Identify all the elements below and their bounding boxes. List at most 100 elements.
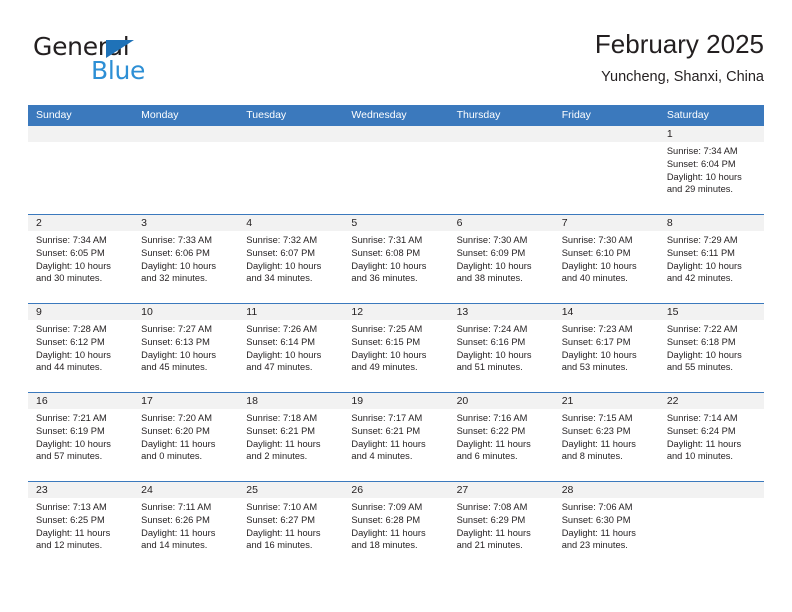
day-details: Sunrise: 7:27 AM Sunset: 6:13 PM Dayligh… xyxy=(133,320,238,374)
sunset-text: Sunset: 6:21 PM xyxy=(351,425,421,436)
weekday-friday: Friday xyxy=(561,109,591,121)
daylight-text-cont: and 29 minutes. xyxy=(666,184,733,195)
day-cell[interactable]: 4 Sunrise: 7:32 AM Sunset: 6:07 PM Dayli… xyxy=(238,215,344,303)
weekday-header-row: Sunday Monday Tuesday Wednesday Thursday… xyxy=(28,105,764,125)
daylight-text: Daylight: 11 hours xyxy=(141,527,216,538)
sunset-text: Sunset: 6:05 PM xyxy=(36,247,105,258)
daylight-text-cont: and 23 minutes. xyxy=(561,540,628,551)
day-cell[interactable]: 23 Sunrise: 7:13 AM Sunset: 6:25 PM Dayl… xyxy=(28,482,134,570)
day-cell[interactable]: 8 Sunrise: 7:29 AM Sunset: 6:11 PM Dayli… xyxy=(658,215,764,303)
sunset-text: Sunset: 6:30 PM xyxy=(561,514,631,525)
day-cell[interactable]: 12 Sunrise: 7:25 AM Sunset: 6:15 PM Dayl… xyxy=(343,304,449,392)
day-cell[interactable]: 2 Sunrise: 7:34 AM Sunset: 6:05 PM Dayli… xyxy=(28,215,134,303)
day-details: Sunrise: 7:33 AM Sunset: 6:06 PM Dayligh… xyxy=(133,231,238,285)
day-details: Sunrise: 7:30 AM Sunset: 6:09 PM Dayligh… xyxy=(449,231,554,285)
day-number: 21 xyxy=(553,393,659,409)
sunrise-text: Sunrise: 7:33 AM xyxy=(141,235,212,245)
day-number: 15 xyxy=(658,304,764,320)
day-cell xyxy=(553,126,659,214)
day-cell[interactable]: 28 Sunrise: 7:06 AM Sunset: 6:30 PM Dayl… xyxy=(553,482,659,570)
day-number: 13 xyxy=(448,304,554,320)
day-details: Sunrise: 7:32 AM Sunset: 6:07 PM Dayligh… xyxy=(238,231,343,285)
weekday-wednesday: Wednesday xyxy=(351,109,407,121)
daylight-text-cont: and 21 minutes. xyxy=(456,540,523,551)
day-number: 14 xyxy=(553,304,659,320)
daylight-text: Daylight: 11 hours xyxy=(246,438,321,449)
sunrise-text: Sunrise: 7:09 AM xyxy=(351,502,423,512)
day-cell[interactable]: 20 Sunrise: 7:16 AM Sunset: 6:22 PM Dayl… xyxy=(448,393,554,481)
sunrise-text: Sunrise: 7:15 AM xyxy=(561,413,633,423)
sunset-text: Sunset: 6:29 PM xyxy=(456,514,526,525)
day-number: 19 xyxy=(343,393,449,409)
day-details: Sunrise: 7:31 AM Sunset: 6:08 PM Dayligh… xyxy=(343,231,448,285)
day-cell[interactable]: 27 Sunrise: 7:08 AM Sunset: 6:29 PM Dayl… xyxy=(448,482,554,570)
day-details: Sunrise: 7:08 AM Sunset: 6:29 PM Dayligh… xyxy=(449,498,554,552)
day-details: Sunrise: 7:28 AM Sunset: 6:12 PM Dayligh… xyxy=(28,320,133,374)
daylight-text: Daylight: 11 hours xyxy=(351,438,426,449)
day-details: Sunrise: 7:06 AM Sunset: 6:30 PM Dayligh… xyxy=(554,498,659,552)
logo-general-blue[interactable]: General Blue xyxy=(33,32,233,88)
daylight-text-cont: and 18 minutes. xyxy=(351,540,418,551)
sunrise-text: Sunrise: 7:26 AM xyxy=(246,324,318,334)
sunset-text: Sunset: 6:15 PM xyxy=(351,336,421,347)
day-details: Sunrise: 7:24 AM Sunset: 6:16 PM Dayligh… xyxy=(449,320,554,374)
sunset-text: Sunset: 6:07 PM xyxy=(246,247,316,258)
day-cell[interactable]: 3 Sunrise: 7:33 AM Sunset: 6:06 PM Dayli… xyxy=(133,215,239,303)
page-header: General Blue February 2025 Yuncheng, Sha… xyxy=(28,28,764,96)
sunset-text: Sunset: 6:19 PM xyxy=(36,425,105,436)
day-cell[interactable]: 16 Sunrise: 7:21 AM Sunset: 6:19 PM Dayl… xyxy=(28,393,134,481)
day-cell[interactable]: 26 Sunrise: 7:09 AM Sunset: 6:28 PM Dayl… xyxy=(343,482,449,570)
sunset-text: Sunset: 6:24 PM xyxy=(666,425,736,436)
daylight-text: Daylight: 10 hours xyxy=(141,349,217,360)
sunrise-text: Sunrise: 7:30 AM xyxy=(456,235,528,245)
day-cell[interactable]: 6 Sunrise: 7:30 AM Sunset: 6:09 PM Dayli… xyxy=(448,215,554,303)
daylight-text: Daylight: 10 hours xyxy=(666,260,742,271)
daylight-text: Daylight: 10 hours xyxy=(246,260,322,271)
day-cell[interactable]: 7 Sunrise: 7:30 AM Sunset: 6:10 PM Dayli… xyxy=(553,215,659,303)
day-cell[interactable]: 15 Sunrise: 7:22 AM Sunset: 6:18 PM Dayl… xyxy=(658,304,764,392)
day-number: 2 xyxy=(28,215,134,231)
day-number: 17 xyxy=(133,393,239,409)
day-number: 18 xyxy=(238,393,344,409)
day-details: Sunrise: 7:34 AM Sunset: 6:04 PM Dayligh… xyxy=(659,142,764,196)
day-details: Sunrise: 7:15 AM Sunset: 6:23 PM Dayligh… xyxy=(554,409,659,463)
sunset-text: Sunset: 6:14 PM xyxy=(246,336,316,347)
sunset-text: Sunset: 6:06 PM xyxy=(141,247,210,258)
daylight-text: Daylight: 10 hours xyxy=(141,260,217,271)
day-cell[interactable]: 11 Sunrise: 7:26 AM Sunset: 6:14 PM Dayl… xyxy=(238,304,344,392)
daylight-text: Daylight: 10 hours xyxy=(351,349,427,360)
calendar-week-row: 9 Sunrise: 7:28 AM Sunset: 6:12 PM Dayli… xyxy=(28,303,764,392)
day-cell[interactable]: 17 Sunrise: 7:20 AM Sunset: 6:20 PM Dayl… xyxy=(133,393,239,481)
day-cell[interactable]: 10 Sunrise: 7:27 AM Sunset: 6:13 PM Dayl… xyxy=(133,304,239,392)
day-number: 26 xyxy=(343,482,449,498)
day-details: Sunrise: 7:16 AM Sunset: 6:22 PM Dayligh… xyxy=(449,409,554,463)
daylight-text-cont: and 16 minutes. xyxy=(246,540,313,551)
day-cell[interactable]: 1 Sunrise: 7:34 AM Sunset: 6:04 PM Dayli… xyxy=(658,126,764,214)
sunrise-text: Sunrise: 7:27 AM xyxy=(141,324,212,334)
day-cell[interactable]: 24 Sunrise: 7:11 AM Sunset: 6:26 PM Dayl… xyxy=(133,482,239,570)
sunrise-text: Sunrise: 7:29 AM xyxy=(666,235,738,245)
day-cell[interactable]: 19 Sunrise: 7:17 AM Sunset: 6:21 PM Dayl… xyxy=(343,393,449,481)
day-cell[interactable]: 13 Sunrise: 7:24 AM Sunset: 6:16 PM Dayl… xyxy=(448,304,554,392)
daylight-text-cont: and 42 minutes. xyxy=(666,273,733,284)
sunrise-text: Sunrise: 7:25 AM xyxy=(351,324,423,334)
day-number xyxy=(238,126,344,142)
daylight-text: Daylight: 10 hours xyxy=(666,171,742,182)
daylight-text: Daylight: 10 hours xyxy=(561,349,637,360)
day-cell[interactable]: 21 Sunrise: 7:15 AM Sunset: 6:23 PM Dayl… xyxy=(553,393,659,481)
day-cell[interactable]: 14 Sunrise: 7:23 AM Sunset: 6:17 PM Dayl… xyxy=(553,304,659,392)
day-cell[interactable]: 18 Sunrise: 7:18 AM Sunset: 6:21 PM Dayl… xyxy=(238,393,344,481)
day-details: Sunrise: 7:26 AM Sunset: 6:14 PM Dayligh… xyxy=(238,320,343,374)
day-cell[interactable]: 5 Sunrise: 7:31 AM Sunset: 6:08 PM Dayli… xyxy=(343,215,449,303)
day-cell[interactable]: 25 Sunrise: 7:10 AM Sunset: 6:27 PM Dayl… xyxy=(238,482,344,570)
sunrise-text: Sunrise: 7:20 AM xyxy=(141,413,212,423)
day-details: Sunrise: 7:34 AM Sunset: 6:05 PM Dayligh… xyxy=(28,231,133,285)
daylight-text-cont: and 47 minutes. xyxy=(246,362,313,373)
sunrise-text: Sunrise: 7:13 AM xyxy=(36,502,107,512)
day-cell[interactable]: 9 Sunrise: 7:28 AM Sunset: 6:12 PM Dayli… xyxy=(28,304,134,392)
day-number: 9 xyxy=(28,304,134,320)
day-number: 7 xyxy=(553,215,659,231)
calendar-week-row: 2 Sunrise: 7:34 AM Sunset: 6:05 PM Dayli… xyxy=(28,214,764,303)
sunrise-text: Sunrise: 7:34 AM xyxy=(36,235,107,245)
day-cell[interactable]: 22 Sunrise: 7:14 AM Sunset: 6:24 PM Dayl… xyxy=(658,393,764,481)
